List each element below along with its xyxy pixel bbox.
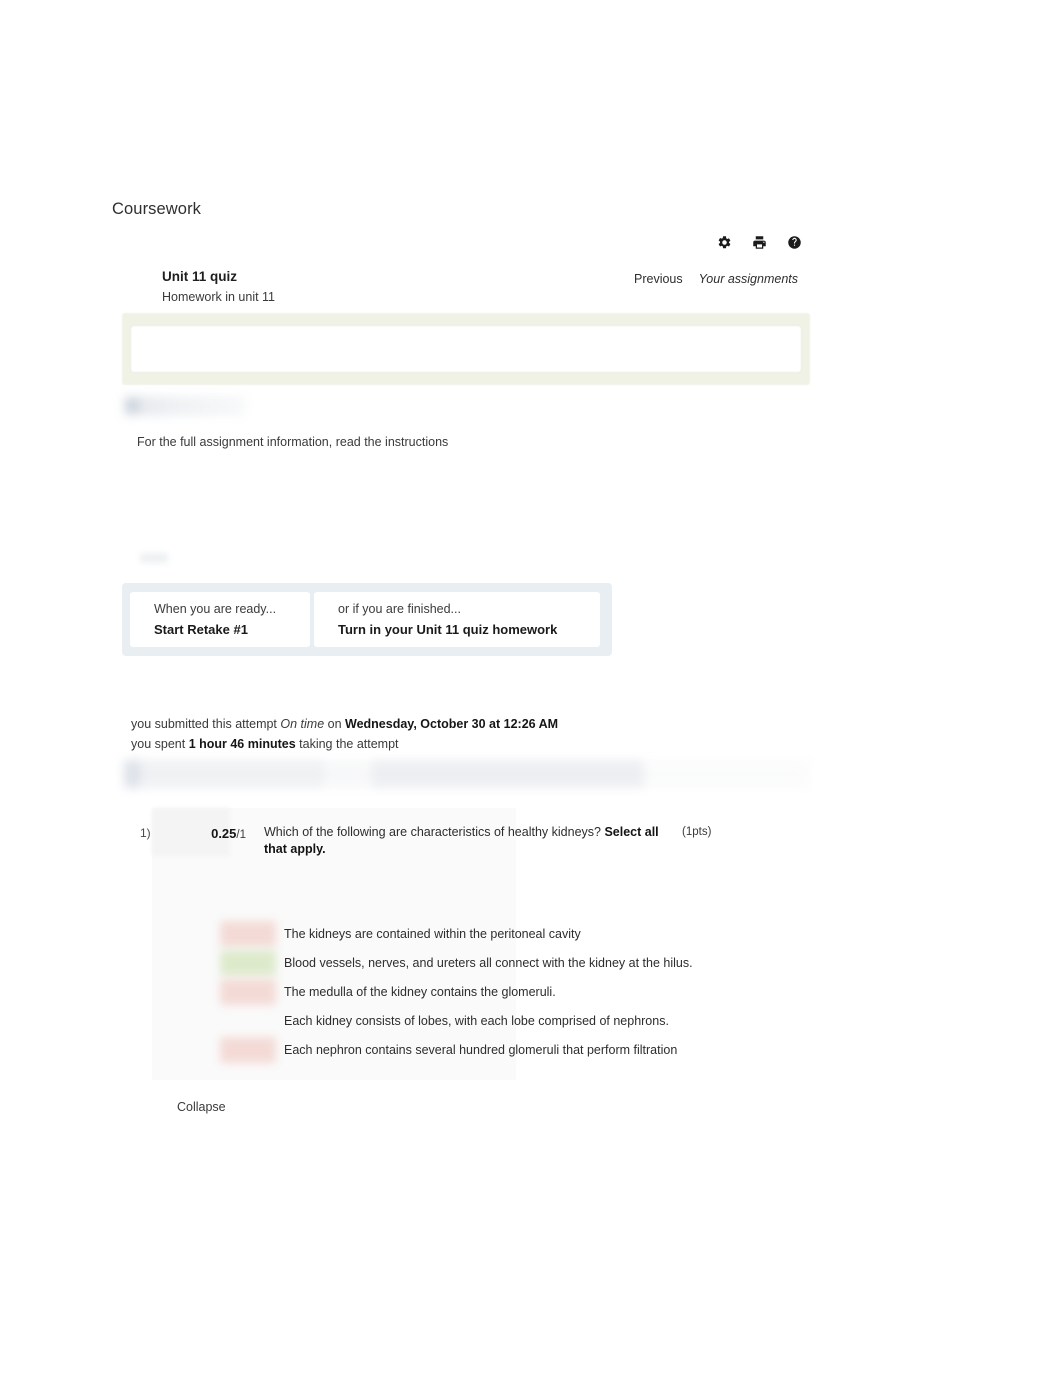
action-panel: When you are ready... Start Retake #1 or…	[122, 583, 612, 656]
assignment-banner	[122, 313, 810, 385]
banner-inner-field	[130, 325, 802, 373]
instructions-prefix: For the full assignment information, rea…	[137, 435, 386, 449]
printer-icon[interactable]	[752, 235, 767, 250]
redacted-small-bar	[140, 553, 168, 563]
submission-datetime: Wednesday, October 30 at 12:26 AM	[345, 717, 559, 731]
help-icon[interactable]	[787, 235, 802, 250]
turn-in-label: Turn in your Unit 11 quiz homework	[338, 621, 558, 637]
answer-option[interactable]: Each kidney consists of lobes, with each…	[220, 1007, 810, 1036]
spent-prefix: you spent	[131, 737, 189, 752]
question-text-main: Which of the following are characteristi…	[264, 825, 605, 839]
collapse-link[interactable]: Collapse	[177, 1100, 226, 1114]
toolbar	[122, 231, 810, 253]
question-points: (1pts)	[682, 826, 712, 838]
assignment-titles: Unit 11 quiz Homework in unit 11	[122, 262, 275, 306]
turn-in-pre-label: or if you are finished...	[338, 601, 461, 616]
answer-result-badge-icon	[220, 1008, 276, 1034]
answer-option-label: Each kidney consists of lobes, with each…	[284, 1013, 669, 1028]
start-retake-button[interactable]: When you are ready... Start Retake #1	[130, 592, 310, 647]
submission-status: On time	[280, 717, 325, 731]
submission-duration: 1 hour 46 minutes	[188, 737, 296, 752]
assignment-subtitle: Homework in unit 11	[162, 290, 276, 305]
answer-option-label: Blood vessels, nerves, and ureters all c…	[284, 955, 693, 970]
assignment-title: Unit 11 quiz	[162, 269, 238, 284]
question-row: 1) 0.25/1 Which of the following are cha…	[140, 824, 810, 858]
instructions-link[interactable]: instructions	[385, 435, 448, 449]
submission-line-2: you spent 1 hour 46 minutes taking the a…	[131, 734, 558, 754]
submitted-on: on	[324, 717, 346, 731]
question-score-earned: 0.25	[211, 826, 237, 841]
answer-result-badge-icon	[220, 950, 276, 976]
redacted-status-chip	[124, 396, 246, 416]
instructions-line: For the full assignment information, rea…	[137, 435, 448, 449]
answer-option-label: The kidneys are contained within the per…	[284, 926, 581, 941]
answer-option[interactable]: Each nephron contains several hundred gl…	[220, 1036, 810, 1065]
answer-options: The kidneys are contained within the per…	[220, 920, 810, 1065]
coursework-page: Coursework Unit 11 quiz Homework in unit…	[0, 0, 1062, 1377]
start-retake-label: Start Retake #1	[154, 621, 248, 637]
answer-result-badge-icon	[220, 1037, 276, 1063]
redacted-summary-bar	[124, 760, 810, 788]
submitted-prefix: you submitted this attempt	[131, 717, 281, 731]
start-retake-pre-label: When you are ready...	[154, 601, 277, 616]
question-score-possible: /1	[236, 829, 246, 841]
turn-in-button[interactable]: or if you are finished... Turn in your U…	[314, 592, 600, 647]
answer-option-label: The medulla of the kidney contains the g…	[284, 984, 556, 999]
answer-option[interactable]: The medulla of the kidney contains the g…	[220, 978, 810, 1007]
question-text: Which of the following are characteristi…	[254, 824, 672, 858]
previous-link[interactable]: Previous	[634, 272, 683, 286]
your-assignments-link[interactable]: Your assignments	[699, 272, 798, 286]
answer-option[interactable]: Blood vessels, nerves, and ureters all c…	[220, 949, 810, 978]
answer-result-badge-icon	[220, 921, 276, 947]
assignment-nav: Previous Your assignments	[634, 262, 810, 286]
answer-option-label: Each nephron contains several hundred gl…	[284, 1042, 678, 1057]
answer-option[interactable]: The kidneys are contained within the per…	[220, 920, 810, 949]
submission-info: you submitted this attempt On time on We…	[131, 714, 558, 755]
submission-line-1: you submitted this attempt On time on We…	[131, 714, 558, 734]
question-score: 0.25/1	[176, 824, 254, 843]
answer-result-badge-icon	[220, 979, 276, 1005]
gear-icon[interactable]	[717, 235, 732, 250]
assignment-header: Unit 11 quiz Homework in unit 11 Previou…	[122, 262, 810, 310]
action-cards: When you are ready... Start Retake #1 or…	[122, 583, 612, 656]
spent-suffix: taking the attempt	[295, 737, 399, 752]
question-number: 1)	[140, 826, 151, 840]
page-title: Coursework	[112, 200, 202, 218]
